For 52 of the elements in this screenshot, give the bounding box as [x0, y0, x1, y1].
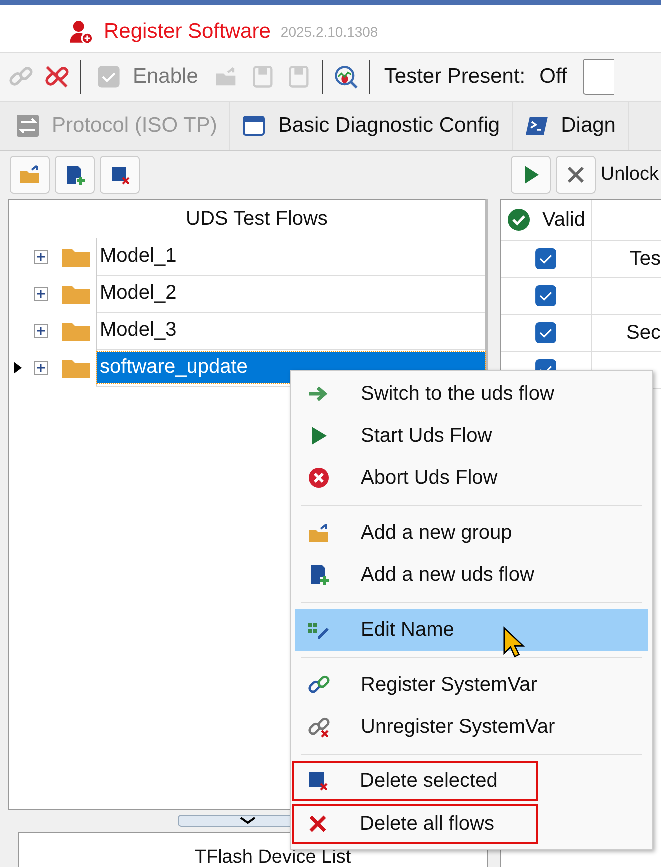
tester-present-value: Off [540, 65, 568, 89]
valid-checkbox[interactable] [535, 248, 557, 270]
version-label: 2025.2.10.1308 [280, 24, 378, 40]
window-icon [242, 114, 266, 138]
menu-item[interactable]: Start Uds Flow [295, 415, 648, 457]
window-title: Register Software [104, 20, 271, 44]
menu-item[interactable]: Delete all flows [292, 804, 538, 844]
valid-check-icon [506, 208, 530, 232]
menu-item[interactable]: Add a new uds flow [295, 554, 648, 596]
table-cell: Sec [626, 322, 661, 344]
tree-item[interactable]: Model_2 [97, 278, 180, 308]
delete-button[interactable] [100, 156, 140, 194]
valid-checkbox[interactable] [535, 285, 557, 307]
swap-arrows-icon [16, 114, 40, 138]
unlink-icon [307, 715, 331, 739]
tree-item[interactable]: Model_1 [97, 240, 180, 272]
delete-icon [306, 769, 330, 793]
menu-item[interactable]: Add a new group [295, 512, 648, 554]
tree-item[interactable]: Model_3 [97, 314, 180, 346]
unlink-icon[interactable] [44, 64, 70, 90]
stop-circle-icon [307, 466, 331, 490]
folder-icon [62, 320, 90, 340]
menu-item[interactable]: Unregister SystemVar [295, 706, 648, 748]
row-pointer-icon [14, 362, 22, 374]
folder-icon [62, 358, 90, 378]
expand-icon[interactable] [34, 286, 48, 300]
folder-icon [62, 284, 90, 304]
stop-button[interactable] [556, 156, 596, 194]
menu-item[interactable]: Register SystemVar [295, 664, 648, 706]
tester-present-label: Tester Present: [384, 65, 526, 89]
expand-icon[interactable] [34, 324, 48, 338]
add-flow-button[interactable] [55, 156, 95, 194]
menu-item[interactable]: Delete selected [292, 761, 538, 801]
table-cell: Tes [630, 248, 661, 270]
tree-header: UDS Test Flows [186, 208, 328, 230]
expand-icon[interactable] [34, 360, 48, 374]
column-header: Valid [542, 208, 586, 232]
console-icon [525, 114, 550, 138]
menu-item[interactable]: Abort Uds Flow [295, 457, 648, 499]
panel-header: TFlash Device List [194, 847, 352, 867]
menu-item[interactable]: Edit Name [295, 609, 648, 651]
valid-checkbox[interactable] [535, 322, 557, 344]
folder-icon [62, 246, 90, 266]
play-button[interactable] [510, 156, 551, 194]
folder-add-icon [307, 521, 331, 545]
user-add-icon [68, 19, 94, 45]
checkbox-icon [97, 65, 121, 89]
input-field[interactable] [583, 59, 614, 95]
bug-search-icon[interactable] [333, 64, 360, 90]
expand-icon[interactable] [34, 250, 48, 264]
mouse-cursor-icon [502, 626, 528, 660]
unlock-label: Unlock [600, 164, 659, 186]
